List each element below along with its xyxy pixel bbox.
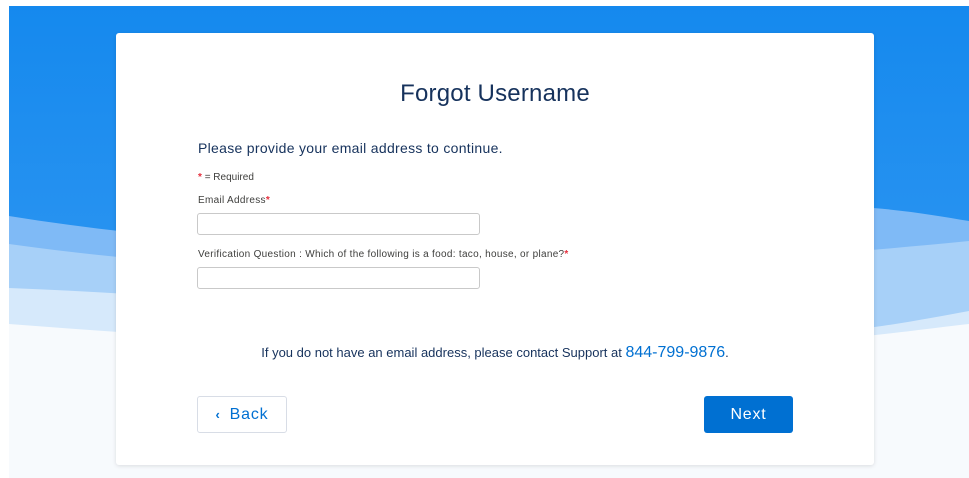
verification-label: Verification Question : Which of the fol… [198, 249, 569, 260]
back-button-label: Back [229, 405, 269, 423]
email-required-marker: * [265, 195, 271, 206]
support-text: If you do not have an email address, ple… [261, 345, 622, 360]
next-button[interactable]: Next [704, 396, 793, 433]
forgot-username-card: Forgot Username Please provide your emai… [116, 33, 874, 465]
email-label-text: Email Address [198, 195, 266, 206]
verification-label-text: Verification Question : Which of the fol… [198, 249, 565, 260]
email-field[interactable] [197, 213, 480, 235]
support-phone-link[interactable]: 844-799-9876 [625, 344, 725, 361]
verification-required-marker: * [564, 249, 569, 260]
verification-field[interactable] [197, 267, 480, 289]
next-button-label: Next [730, 405, 767, 423]
support-message: If you do not have an email address, ple… [116, 344, 874, 362]
required-legend-text: = Required [204, 172, 254, 183]
required-marker: * [198, 172, 202, 183]
chevron-left-icon: ‹ [215, 407, 221, 422]
intro-text: Please provide your email address to con… [198, 140, 503, 156]
page-title: Forgot Username [400, 80, 590, 107]
required-legend: * = Required [198, 172, 254, 183]
email-label: Email Address* [198, 195, 270, 206]
support-suffix: . [725, 345, 729, 360]
back-button[interactable]: ‹ Back [197, 396, 287, 433]
